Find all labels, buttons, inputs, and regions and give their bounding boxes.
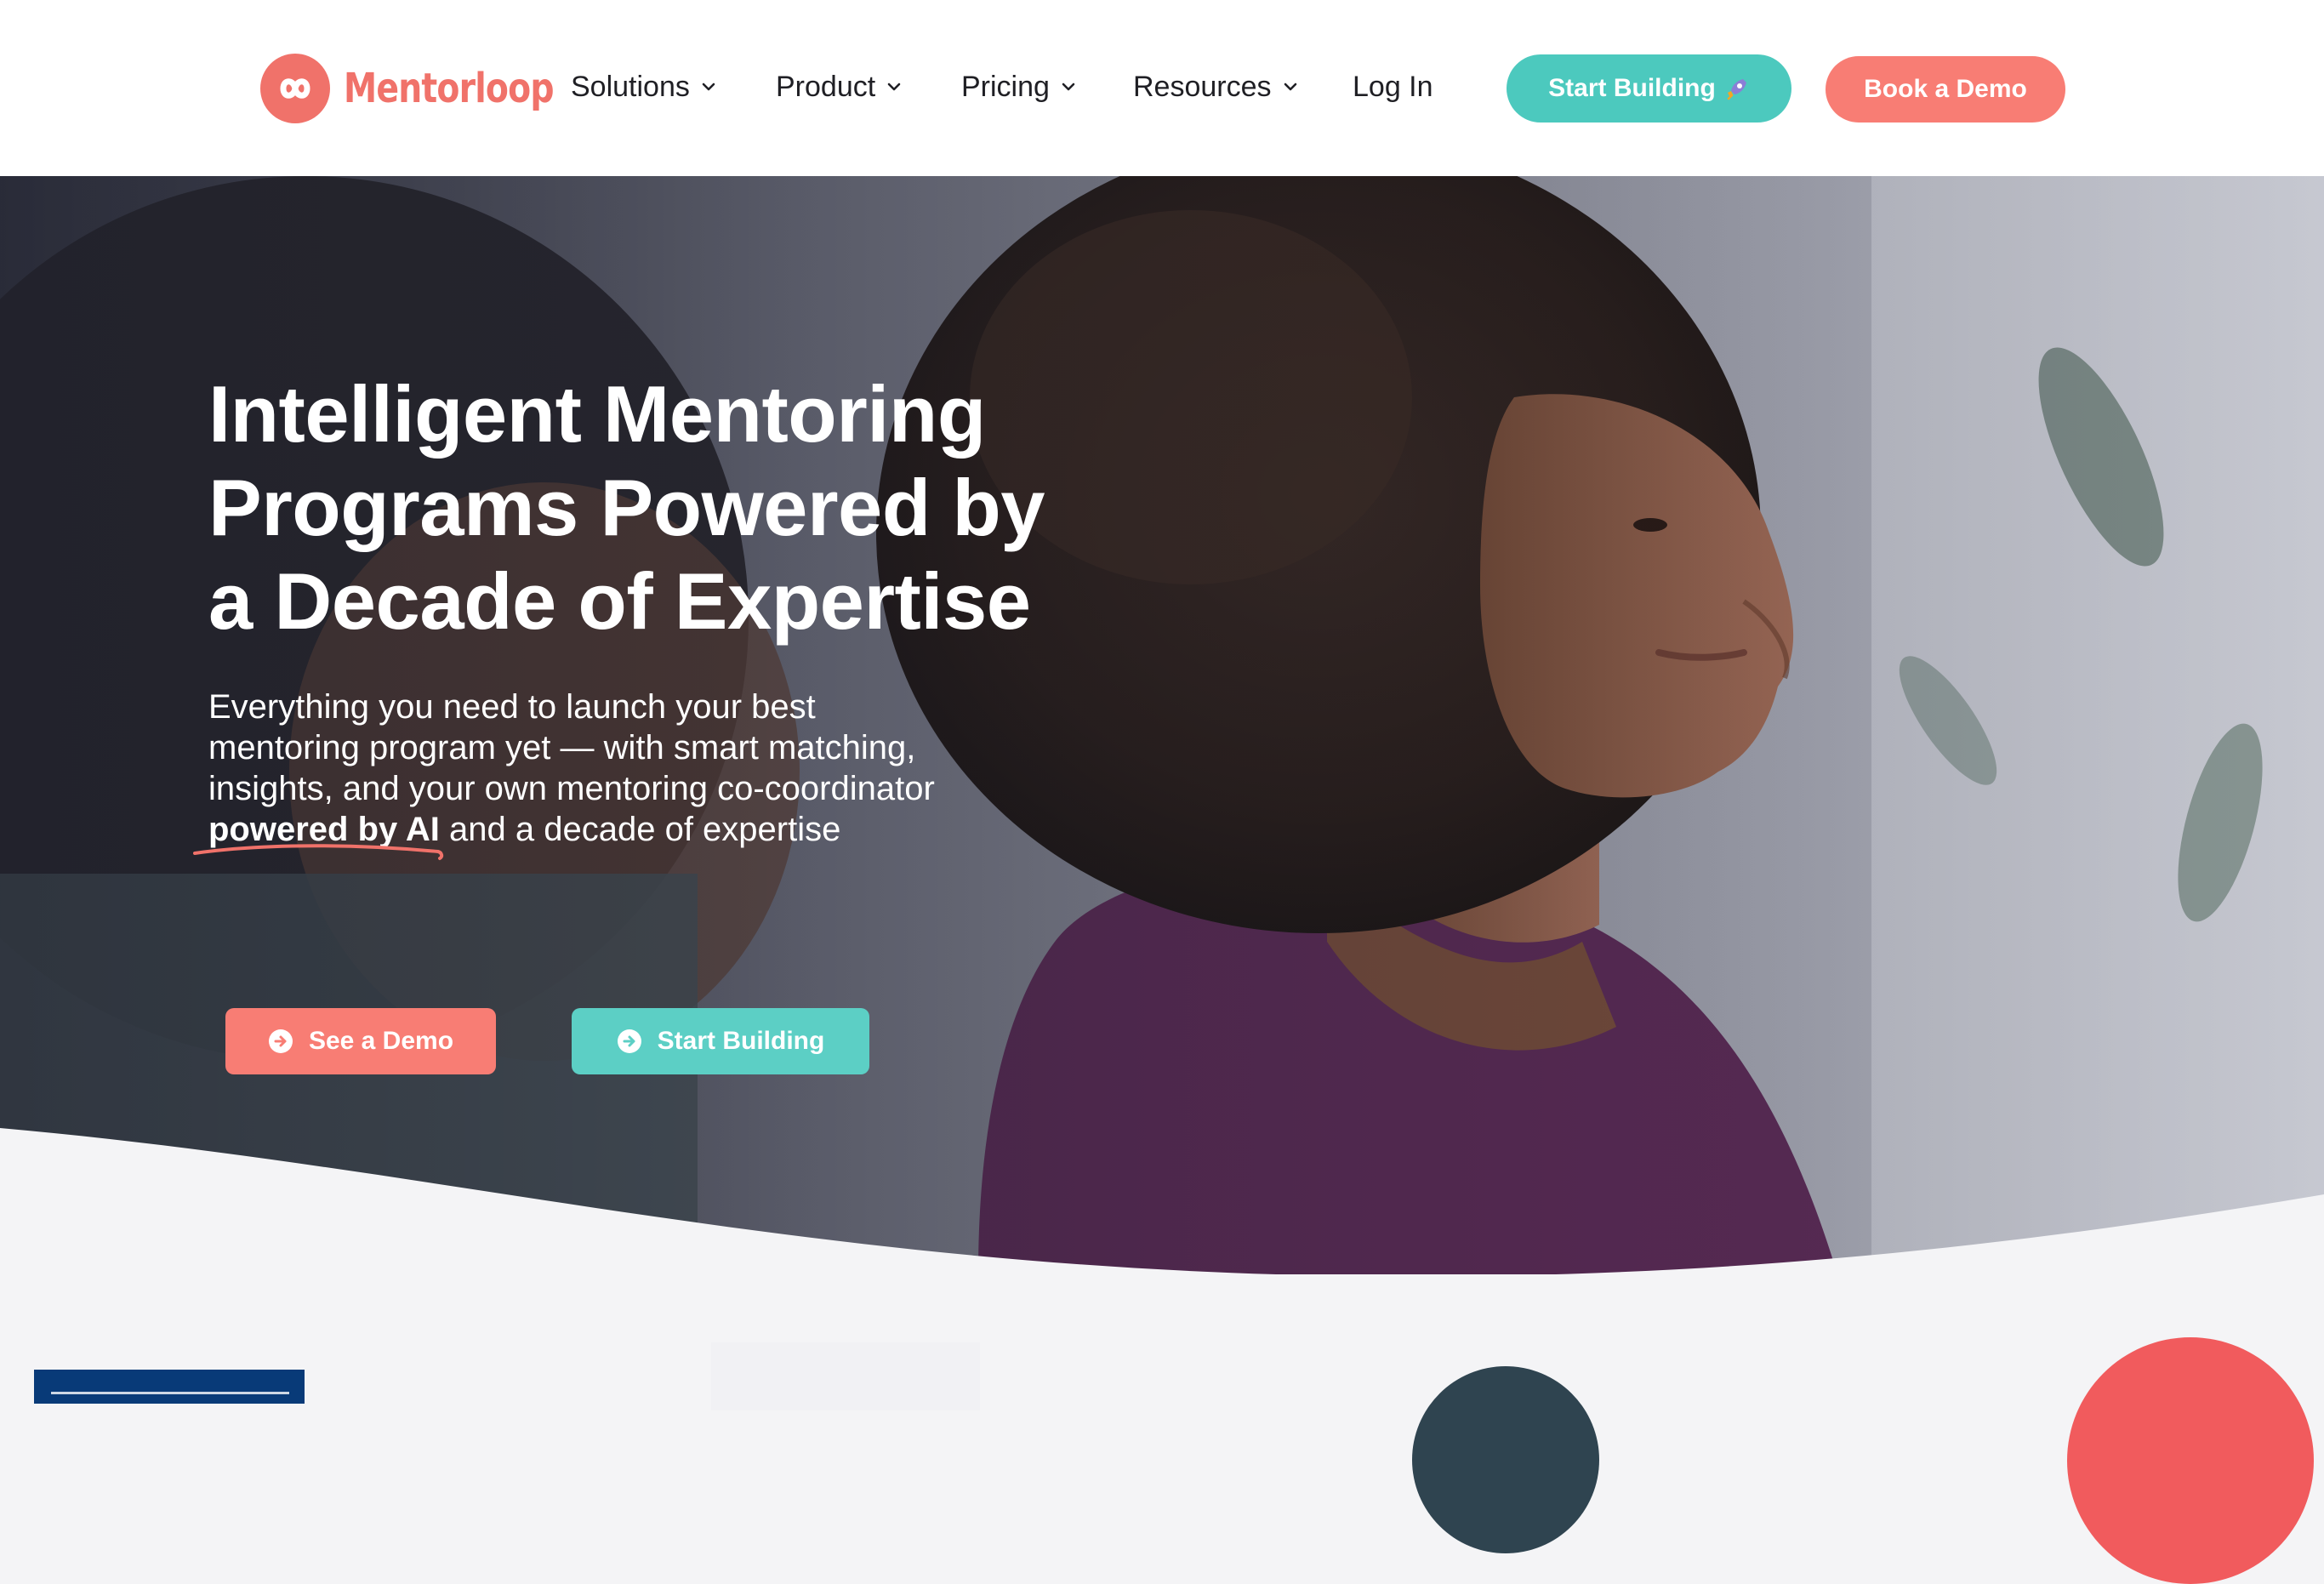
main-nav: Resources xyxy=(1133,61,1297,112)
hero-wave-divider xyxy=(0,1128,2324,1310)
chevron-down-icon xyxy=(1062,82,1075,92)
chevron-down-icon xyxy=(702,82,715,92)
chevron-down-icon xyxy=(887,82,901,92)
button-label: Start Building xyxy=(657,1027,825,1055)
arrow-circle-right-icon xyxy=(268,1028,293,1054)
hero-start-building-button[interactable]: Start Building xyxy=(572,1008,869,1074)
main-nav: Log In xyxy=(1353,61,1433,112)
partner-logos-row xyxy=(0,1327,2324,1584)
chevron-down-icon xyxy=(1284,82,1297,92)
partner-logo xyxy=(711,1342,980,1410)
main-nav: Product xyxy=(776,61,901,112)
header-book-demo-button[interactable]: Book a Demo xyxy=(1826,56,2065,123)
nav-item-pricing[interactable]: Pricing xyxy=(961,71,1075,104)
hero-headline-line: Intelligent Mentoring xyxy=(208,369,986,459)
underline-swoosh-icon xyxy=(193,844,444,860)
mentorloop-logo[interactable]: Mentorloop xyxy=(260,53,600,124)
hero-headline: Intelligent Mentoring Programs Powered b… xyxy=(208,368,1102,648)
nav-item-resources[interactable]: Resources xyxy=(1133,71,1297,104)
infinity-loop-icon xyxy=(260,54,330,123)
nav-item-label: Log In xyxy=(1353,70,1433,103)
rocket-icon xyxy=(1724,76,1750,101)
button-label: Book a Demo xyxy=(1864,75,2027,103)
hero-subtitle-line: insights, and your own mentoring co-coor… xyxy=(208,770,935,807)
main-nav: Solutions xyxy=(571,61,715,112)
partner-logo xyxy=(1412,1366,1599,1553)
nav-item-login[interactable]: Log In xyxy=(1353,71,1433,104)
nav-item-label: Product xyxy=(776,70,876,103)
hero-headline-line: a Decade of Expertise xyxy=(208,556,1031,646)
arrow-circle-right-icon xyxy=(617,1028,642,1054)
hero-headline-line: Programs Powered by xyxy=(208,463,1045,552)
site-header: Mentorloop Solutions Product Pricing Res… xyxy=(0,0,2324,176)
nav-item-label: Pricing xyxy=(961,70,1050,103)
hero-subtitle: Everything you need to launch your best … xyxy=(208,687,1059,850)
nav-item-label: Resources xyxy=(1133,70,1272,103)
main-nav: Pricing xyxy=(961,61,1075,112)
header-start-building-button[interactable]: Start Building xyxy=(1507,54,1791,123)
nav-item-product[interactable]: Product xyxy=(776,71,901,104)
logo-wordmark: Mentorloop xyxy=(344,65,555,112)
partner-logo xyxy=(34,1370,305,1404)
button-label: Start Building xyxy=(1548,74,1716,102)
nav-item-solutions[interactable]: Solutions xyxy=(571,71,715,104)
button-label: See a Demo xyxy=(308,1027,454,1055)
hero-subtitle-line: mentoring program yet — with smart match… xyxy=(208,729,916,766)
partner-logo xyxy=(2067,1337,2314,1584)
hero-subtitle-line: Everything you need to launch your best xyxy=(208,688,816,726)
nav-item-label: Solutions xyxy=(571,70,690,103)
see-demo-button[interactable]: See a Demo xyxy=(225,1008,496,1074)
hero-subtitle-tail: and a decade of expertise xyxy=(439,811,841,848)
